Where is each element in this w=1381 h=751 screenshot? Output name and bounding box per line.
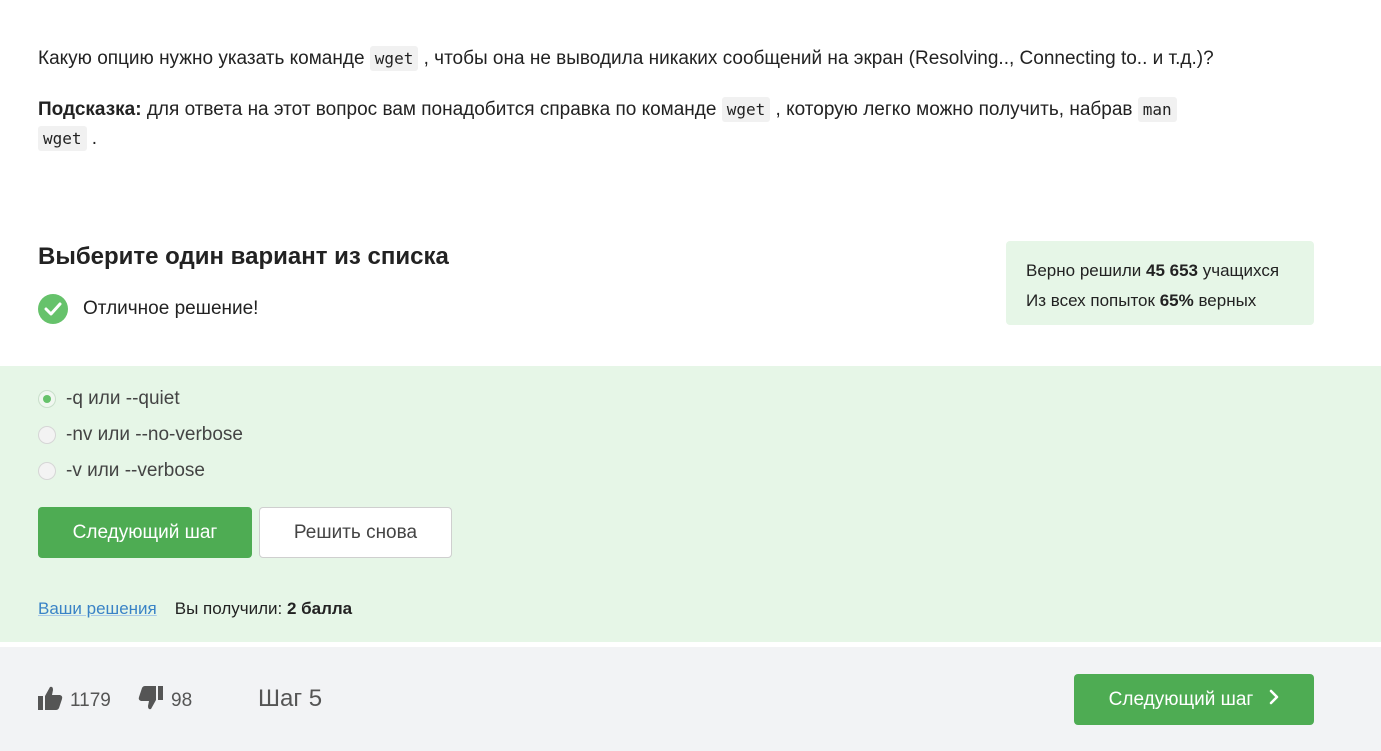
score-prefix: Вы получили:	[174, 599, 287, 618]
success-message: Отличное решение!	[38, 294, 258, 324]
hint-label: Подсказка:	[38, 99, 142, 120]
radio[interactable]	[38, 462, 56, 480]
footer-next-label: Следующий шаг	[1108, 688, 1254, 710]
quiz-title: Выберите один вариант из списка	[38, 243, 449, 270]
footer: 1179 98 Шаг 5 Следующий шаг	[0, 647, 1381, 751]
score-text: Вы получили: 2 балла	[175, 599, 352, 619]
stats-attempts-percent: 65%	[1159, 291, 1194, 310]
hint-line: Подсказка: для ответа на этот вопрос вам…	[38, 95, 1338, 153]
code-wget: wget	[369, 46, 419, 71]
option-verbose[interactable]: -v или --verbose	[38, 460, 205, 482]
success-text: Отличное решение!	[83, 298, 259, 319]
likes-count: 1179	[70, 690, 111, 711]
retry-button[interactable]: Решить снова	[259, 507, 452, 558]
hint-text-part: , которую легко можно получить, набрав	[770, 99, 1138, 120]
stats-text: учащихся	[1198, 261, 1280, 280]
dislikes-count: 98	[171, 690, 193, 711]
stats-text: Из всех попыток	[1026, 291, 1160, 310]
radio-dot	[43, 395, 51, 403]
hint-text-part: .	[86, 128, 98, 149]
option-label: -q или --quiet	[66, 388, 180, 409]
hint-text-part: для ответа на этот вопрос вам понадобитс…	[141, 99, 722, 120]
thumbs-down-icon	[138, 685, 164, 717]
step-label: Шаг 5	[258, 685, 323, 712]
dislike-button[interactable]: 98	[138, 685, 192, 717]
your-solutions-link[interactable]: Ваши решения	[38, 599, 157, 619]
stats-text: Верно решили	[1026, 261, 1146, 280]
score-value: 2 балла	[286, 599, 353, 618]
question-text: Какую опцию нужно указать команде wget ,…	[38, 44, 1338, 153]
radio-selected[interactable]	[38, 390, 56, 408]
code-wget: wget	[38, 126, 87, 151]
radio[interactable]	[38, 426, 56, 444]
results-row: Ваши решения Вы получили: 2 балла	[38, 599, 352, 619]
stats-box: Верно решили 45 653 учащихся Из всех поп…	[1006, 241, 1314, 325]
footer-next-step-button[interactable]: Следующий шаг	[1074, 674, 1314, 725]
stats-solved-count: 45 653	[1146, 261, 1198, 280]
question-text-part: , чтобы она не выводила никаких сообщени…	[418, 48, 1214, 69]
option-no-verbose[interactable]: -nv или --no-verbose	[38, 424, 243, 446]
stats-text: верных	[1193, 291, 1257, 310]
option-quiet[interactable]: -q или --quiet	[38, 388, 180, 410]
chevron-right-icon	[1253, 689, 1279, 711]
question-text-part: Какую опцию нужно указать команде	[38, 48, 370, 69]
question-line: Какую опцию нужно указать команде wget ,…	[38, 44, 1338, 73]
thumbs-up-icon	[37, 685, 63, 717]
option-label: -v или --verbose	[66, 460, 205, 481]
like-button[interactable]: 1179	[37, 685, 111, 717]
answer-panel: -q или --quiet -nv или --no-verbose -v и…	[0, 366, 1381, 642]
code-wget: wget	[721, 97, 771, 122]
code-man: man	[1137, 97, 1177, 122]
stats-attempts: Из всех попыток 65% верных	[1026, 286, 1294, 316]
check-circle-icon	[38, 294, 68, 324]
next-step-button[interactable]: Следующий шаг	[38, 507, 252, 558]
option-label: -nv или --no-verbose	[66, 424, 243, 445]
stats-solved: Верно решили 45 653 учащихся	[1026, 256, 1294, 286]
